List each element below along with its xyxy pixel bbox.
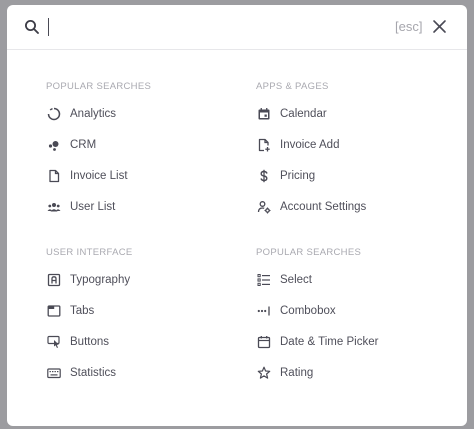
currency-dollar-icon xyxy=(256,168,272,184)
result-statistics[interactable]: Statistics xyxy=(46,357,246,388)
search-input[interactable] xyxy=(45,14,385,40)
result-pricing[interactable]: Pricing xyxy=(256,160,456,191)
result-label: Calendar xyxy=(280,107,327,120)
result-label: Typography xyxy=(70,273,131,286)
result-label: Invoice Add xyxy=(280,138,340,151)
result-label: Account Settings xyxy=(280,200,367,213)
result-select[interactable]: Select xyxy=(256,264,456,295)
result-account-settings[interactable]: Account Settings xyxy=(256,191,456,222)
section-title: POPULAR SEARCHES xyxy=(256,247,362,258)
hand-click-icon xyxy=(46,334,62,350)
user-cog-icon xyxy=(256,199,272,215)
backdrop: [esc] POPULAR SEARCHES Analytics CRM Inv… xyxy=(0,0,474,429)
result-label: Rating xyxy=(280,366,314,379)
result-analytics[interactable]: Analytics xyxy=(46,98,246,129)
result-user-list[interactable]: User List xyxy=(46,191,246,222)
result-label: User List xyxy=(70,200,116,213)
result-date-time-picker[interactable]: Date & Time Picker xyxy=(256,326,456,357)
section-title: APPS & PAGES xyxy=(256,81,329,92)
result-calendar[interactable]: Calendar xyxy=(256,98,456,129)
calendar-grid-icon xyxy=(256,334,272,350)
result-label: CRM xyxy=(70,138,97,151)
text-caret xyxy=(48,18,49,36)
letter-a-icon xyxy=(46,272,62,288)
result-typography[interactable]: Typography xyxy=(46,264,246,295)
result-label: Analytics xyxy=(70,107,117,120)
result-rating[interactable]: Rating xyxy=(256,357,456,388)
section-user-interface: USER INTERFACE Typography Tabs Buttons S… xyxy=(46,246,246,388)
result-label: Invoice List xyxy=(70,169,128,182)
section-title: USER INTERFACE xyxy=(46,247,133,258)
dots-cursor-icon xyxy=(256,303,272,319)
chart-donut-icon xyxy=(46,106,62,122)
result-label: Pricing xyxy=(280,169,316,182)
result-tabs[interactable]: Tabs xyxy=(46,295,246,326)
result-label: Select xyxy=(280,273,312,286)
result-label: Combobox xyxy=(280,304,336,317)
keyboard-icon xyxy=(46,365,62,381)
search-icon xyxy=(24,19,40,35)
section-popular-searches: POPULAR SEARCHES Analytics CRM Invoice L… xyxy=(46,80,246,222)
result-combobox[interactable]: Combobox xyxy=(256,295,456,326)
result-buttons[interactable]: Buttons xyxy=(46,326,246,357)
section-popular-searches-components: POPULAR SEARCHES Select Combobox Date & … xyxy=(256,246,456,388)
search-modal: [esc] POPULAR SEARCHES Analytics CRM Inv… xyxy=(7,5,467,426)
chart-dots-icon xyxy=(46,137,62,153)
result-label: Buttons xyxy=(70,335,109,348)
file-icon xyxy=(46,168,62,184)
result-label: Tabs xyxy=(70,304,95,317)
search-bar: [esc] xyxy=(7,5,467,50)
esc-hint: [esc] xyxy=(395,19,423,34)
star-icon xyxy=(256,365,272,381)
browser-icon xyxy=(46,303,62,319)
result-invoice-add[interactable]: Invoice Add xyxy=(256,129,456,160)
result-invoice-list[interactable]: Invoice List xyxy=(46,160,246,191)
section-title: POPULAR SEARCHES xyxy=(46,81,152,92)
result-label: Statistics xyxy=(70,366,117,379)
section-apps-pages: APPS & PAGES Calendar Invoice Add Pricin… xyxy=(256,80,456,222)
result-label: Date & Time Picker xyxy=(280,335,379,348)
calendar-icon xyxy=(256,106,272,122)
result-crm[interactable]: CRM xyxy=(46,129,246,160)
users-icon xyxy=(46,199,62,215)
list-check-icon xyxy=(256,272,272,288)
close-icon[interactable] xyxy=(432,19,447,34)
file-plus-icon xyxy=(256,137,272,153)
